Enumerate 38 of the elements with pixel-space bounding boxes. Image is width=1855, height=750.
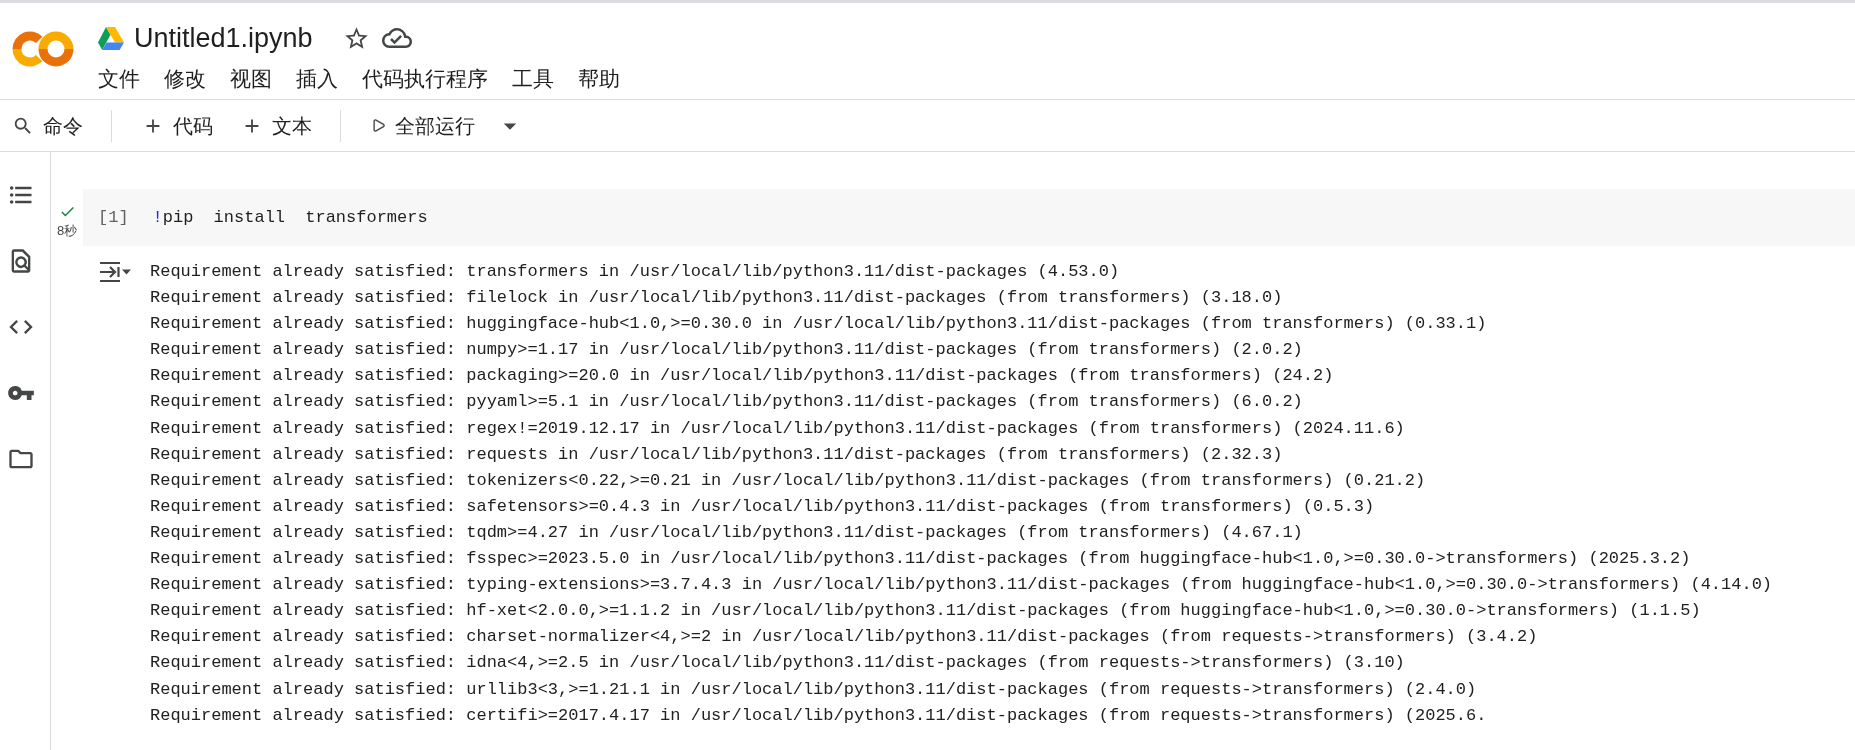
arrow-into-bar-icon[interactable] xyxy=(98,261,131,283)
output-line: Requirement already satisfied: fsspec>=2023.5.0 in /usr/local/lib/python3.11/dist-packages (from huggingface-hub<1.0,>=0.30.0->transformers) (2025.3.2) xyxy=(150,548,1692,571)
output-line: Requirement already satisfied: certifi>=2017.4.17 in /usr/local/lib/python3.11/dist-packages (from requests->transformers) (2025.6. xyxy=(150,704,1488,727)
output-line: Requirement already satisfied: urllib3<3,>=1.21.1 in /usr/local/lib/python3.11/dist-packages (from requests->transformers) (2.4.0) xyxy=(150,678,1478,701)
output-line: Requirement already satisfied: transformers in /usr/local/lib/python3.11/dist-packages (4.53.0) xyxy=(150,261,1121,283)
notebook-title[interactable]: Untitled1.ipynb xyxy=(134,22,313,54)
menu-item[interactable]: 帮助 xyxy=(578,65,620,93)
toolbar-button[interactable]: 文本 xyxy=(237,107,316,144)
code-cell[interactable]: [1] !pip install transformers xyxy=(83,189,1855,246)
output-line: Requirement already satisfied: numpy>=1.17 in /usr/local/lib/python3.11/dist-packages (from transformers) (2.0.2) xyxy=(150,339,1304,362)
menu-item[interactable]: 文件 xyxy=(98,65,140,93)
code-line[interactable]: !pip install transformers xyxy=(152,204,428,231)
triangle-logo-icon xyxy=(98,26,124,50)
menu-item[interactable]: 视图 xyxy=(230,65,272,93)
execution-count: [1] xyxy=(98,206,129,229)
menu-item[interactable]: 修改 xyxy=(164,65,206,93)
play-icon xyxy=(371,118,386,133)
output-line: Requirement already satisfied: filelock in /usr/local/lib/python3.11/dist-packages (from transformers) (3.18.0) xyxy=(150,287,1284,310)
output-line: Requirement already satisfied: charset-normalizer<4,>=2 in /usr/local/lib/python3.11/dist-packages (from requests->transformers) (3.4.2) xyxy=(150,626,1539,649)
output-line: Requirement already satisfied: hf-xet<2.0.0,>=1.1.2 in /usr/local/lib/python3.11/dist-packages (from huggingface-hub<1.0,>=0.30.0->transformers) (1.1.5) xyxy=(150,600,1702,623)
output-line: Requirement already satisfied: tokenizers<0.22,>=0.21 in /usr/local/lib/python3.11/dist-packages (from transformers) (0.21.2) xyxy=(150,469,1427,492)
output-line: Requirement already satisfied: huggingface-hub<1.0,>=0.30.0 in /usr/local/lib/python3.11/dist-packages (from transformers) (0.33.1) xyxy=(150,313,1488,336)
menu-item[interactable]: 工具 xyxy=(512,65,554,93)
output-line: Requirement already satisfied: safetensors>=0.4.3 in /usr/local/lib/python3.11/dist-packages (from transformers) (0.5.3) xyxy=(150,495,1376,518)
toolbar-button[interactable]: 全部运行 xyxy=(367,107,479,144)
output-line: Requirement already satisfied: idna<4,>=2.5 in /usr/local/lib/python3.11/dist-packages (from requests->transformers) (3.10) xyxy=(150,652,1406,675)
menu-item[interactable]: 插入 xyxy=(296,65,338,93)
logo-icon xyxy=(12,30,74,68)
output-line: Requirement already satisfied: pyyaml>=5.1 in /usr/local/lib/python3.11/dist-packages (from transformers) (6.0.2) xyxy=(150,391,1304,414)
output-line: Requirement already satisfied: typing-extensions>=3.7.4.3 in /usr/local/lib/python3.11/dist-packages (from huggingface-hub<1.0,>=0.30.0->transformers) (4.14.0) xyxy=(150,574,1773,597)
output-line: Requirement already satisfied: packaging>=20.0 in /usr/local/lib/python3.11/dist-packages (from transformers) (24.2) xyxy=(150,365,1335,388)
output-line: Requirement already satisfied: regex!=2019.12.17 in /usr/local/lib/python3.11/dist-packages (from transformers) (2024.11.6) xyxy=(150,417,1406,440)
toolbar-button[interactable]: 代码 xyxy=(138,107,217,144)
run-duration: 8秒 xyxy=(56,223,78,238)
output-line: Requirement already satisfied: tqdm>=4.27 in /usr/local/lib/python3.11/dist-packages (from transformers) (4.67.1) xyxy=(150,521,1304,544)
output-line: Requirement already satisfied: requests in /usr/local/lib/python3.11/dist-packages (from transformers) (2.32.3) xyxy=(150,443,1284,466)
toolbar-button[interactable]: 命令 xyxy=(8,107,87,144)
menu-item[interactable]: 代码执行程序 xyxy=(362,65,488,93)
